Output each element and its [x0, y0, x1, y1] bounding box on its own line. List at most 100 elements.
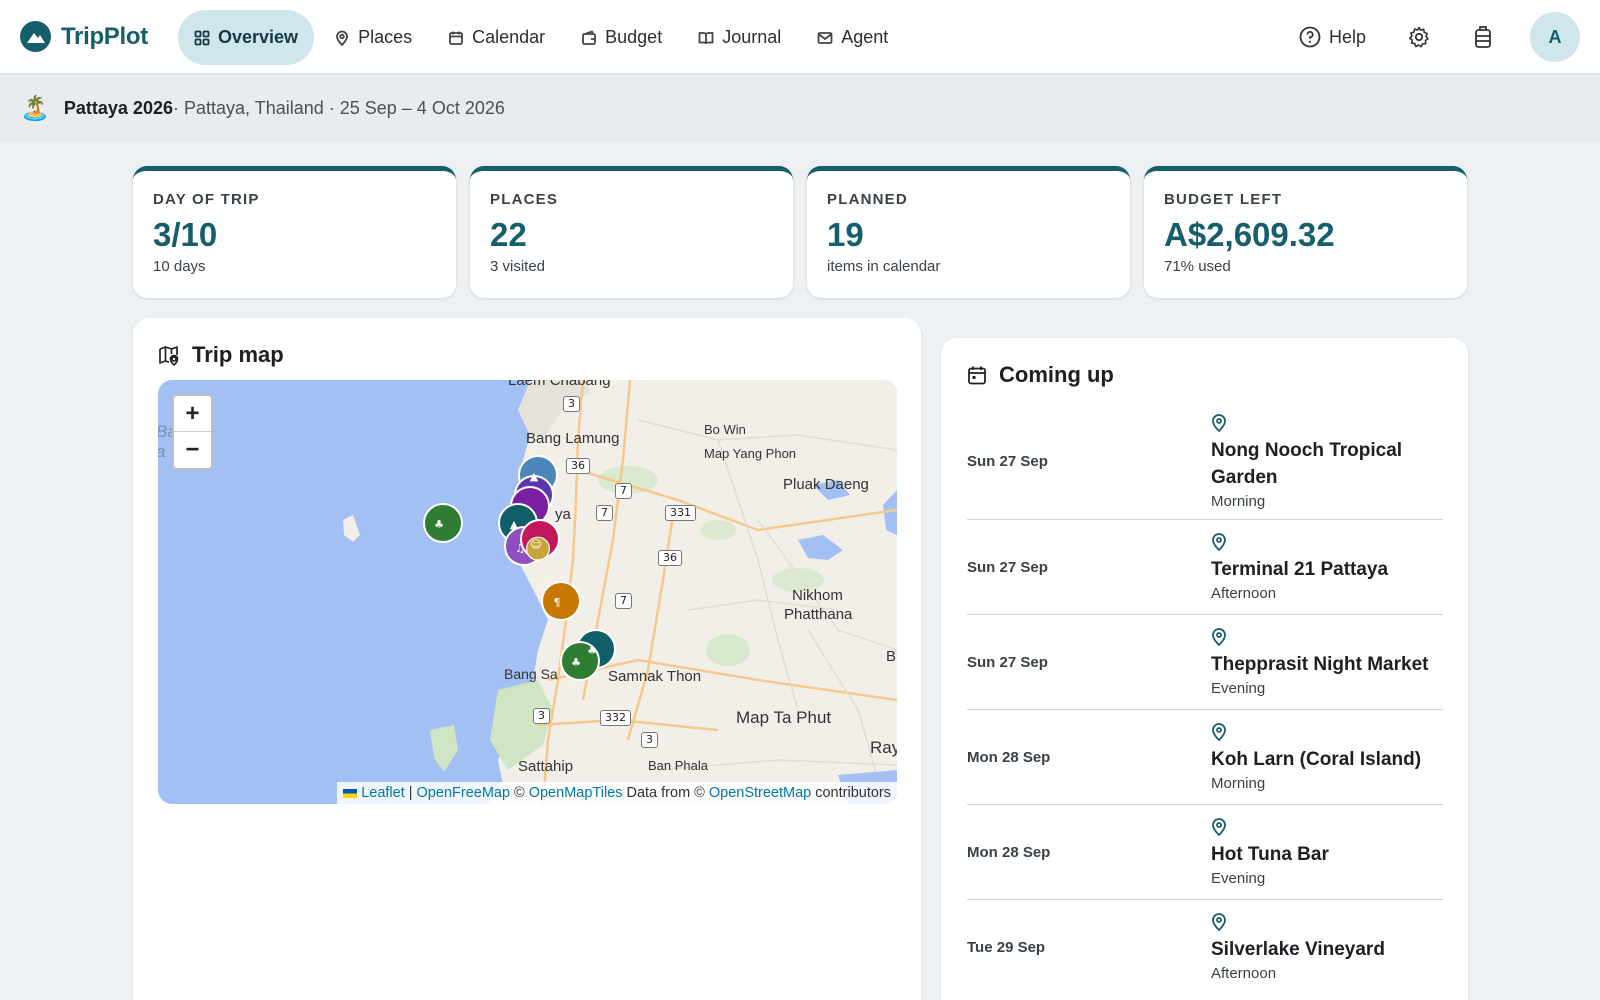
road-shield: 331	[665, 505, 696, 521]
coming-up-card: Coming up Sun 27 Sep Nong Nooch Tropical…	[941, 338, 1468, 1000]
map-label: B	[886, 648, 897, 665]
map-label: Bang Lamung	[526, 430, 620, 447]
nav-journal-label: Journal	[722, 27, 782, 47]
map-view[interactable]: Laem Chabang Bang Lamung Bo Win Map Yang…	[158, 380, 897, 804]
nav-journal[interactable]: Journal	[682, 10, 797, 65]
map-label: ya	[555, 506, 571, 523]
stat-value: 3/10	[153, 216, 218, 253]
map-label: Pluak Daeng	[783, 476, 869, 493]
road-shield: 332	[600, 710, 631, 726]
ukraine-flag-icon	[343, 788, 358, 798]
stat-label: PLANNED	[827, 191, 908, 208]
pin-icon	[1212, 913, 1226, 932]
openfreemap-link[interactable]: OpenFreeMap	[417, 785, 511, 801]
nav-calendar[interactable]: Calendar	[432, 10, 561, 65]
openmaptiles-link[interactable]: OpenMapTiles	[529, 785, 623, 801]
map-label: Samnak Thon	[608, 668, 702, 685]
item-name: Koh Larn (Coral Island)	[1211, 748, 1422, 770]
item-date: Mon 28 Sep	[967, 843, 1051, 861]
stat-label: BUDGET LEFT	[1164, 191, 1283, 208]
help-button[interactable]: Help	[1287, 12, 1378, 62]
list-item[interactable]: Mon 28 Sep Hot Tuna Bar Evening	[967, 805, 1443, 900]
stat-sub: 3 visited	[490, 258, 546, 275]
item-date: Sun 27 Sep	[967, 558, 1048, 576]
list-item[interactable]: Sun 27 Sep Nong Nooch Tropical Garden Mo…	[967, 404, 1443, 520]
map-label: Bang Sa	[504, 666, 558, 682]
help-icon	[1299, 26, 1321, 48]
pin-icon	[1212, 817, 1226, 836]
leaflet-link[interactable]: Leaflet	[361, 785, 405, 801]
stat-card-day: DAY OF TRIP 3/10 10 days	[133, 166, 456, 298]
coming-up-title-text: Coming up	[999, 362, 1114, 387]
map-label: Map Ta Phut	[736, 708, 832, 727]
item-date: Mon 28 Sep	[967, 748, 1051, 766]
map-label: Sattahip	[518, 758, 574, 775]
item-name: Thepprasit Night Market	[1211, 653, 1429, 675]
wallet-icon	[582, 29, 597, 45]
stat-value: 22	[490, 216, 527, 253]
trip-map-card: Trip map Laem Chabang Bang Lamung Bo Win…	[133, 318, 921, 1000]
pin-icon	[1212, 722, 1226, 741]
road-shield: 3	[533, 708, 550, 724]
list-item[interactable]: Tue 29 Sep Silverlake Vineyard Afternoon	[967, 900, 1443, 995]
nav-agent-label: Agent	[841, 27, 889, 47]
luggage-icon	[1475, 26, 1491, 48]
avatar[interactable]: A	[1530, 12, 1580, 62]
coming-up-list: Sun 27 Sep Nong Nooch Tropical Garden Mo…	[967, 404, 1443, 995]
zoom-out-button[interactable]: −	[174, 432, 211, 468]
stat-card-planned: PLANNED 19 items in calendar	[807, 166, 1130, 298]
road-shield: 36	[658, 550, 682, 566]
map-label: Ray	[870, 738, 897, 757]
list-item[interactable]: Sun 27 Sep Terminal 21 Pattaya Afternoon	[967, 520, 1443, 615]
settings-button[interactable]	[1396, 12, 1442, 62]
road-shield: 7	[615, 593, 632, 609]
item-time: Evening	[1211, 869, 1266, 887]
road-shield: 7	[596, 505, 613, 521]
coming-up-title: Coming up	[967, 362, 1114, 388]
stat-sub: items in calendar	[827, 258, 941, 275]
map-attribution: Leaflet | OpenFreeMap © OpenMapTiles Dat…	[337, 782, 897, 804]
trip-header: 🏝️ Pattaya 2026 · Pattaya, Thailand · 25…	[0, 74, 1600, 142]
map-label: Ban Phala	[648, 758, 708, 773]
main-nav: Overview Places Calendar Budget Journal …	[178, 10, 904, 65]
luggage-button[interactable]	[1460, 12, 1506, 62]
map-label: Map Yang Phon	[704, 446, 797, 461]
copyright: ©	[514, 785, 525, 801]
osm-link[interactable]: OpenStreetMap	[709, 785, 811, 801]
list-item[interactable]: Mon 28 Sep Koh Larn (Coral Island) Morni…	[967, 710, 1443, 805]
item-name: Hot Tuna Bar	[1211, 843, 1329, 865]
brand[interactable]: TripPlot	[20, 21, 148, 52]
logo-icon	[20, 21, 51, 52]
nav-places[interactable]: Places	[318, 10, 428, 65]
stats-row: DAY OF TRIP 3/10 10 days PLACES 22 3 vis…	[133, 166, 1467, 298]
trip-name: Pattaya 2026	[63, 97, 173, 118]
item-name: Terminal 21 Pattaya	[1211, 558, 1389, 580]
item-time: Evening	[1211, 679, 1266, 697]
nav-overview[interactable]: Overview	[178, 10, 315, 65]
trip-map-title-text: Trip map	[192, 342, 284, 367]
map-label: Laem Chabang	[508, 380, 611, 389]
nav-calendar-label: Calendar	[472, 27, 546, 47]
nav-budget[interactable]: Budget	[565, 10, 678, 65]
map-icon	[159, 346, 179, 366]
calendar-icon	[968, 366, 986, 385]
road-shield: 7	[615, 483, 632, 499]
stat-card-places: PLACES 22 3 visited	[470, 166, 793, 298]
item-time: Morning	[1211, 492, 1266, 510]
stat-card-budget: BUDGET LEFT A$2,609.32 71% used	[1144, 166, 1467, 298]
pin-icon	[1212, 532, 1226, 551]
island-icon: 🏝️	[20, 94, 50, 122]
mail-icon	[817, 31, 833, 44]
map-label: Nikhom	[792, 587, 843, 604]
trip-map-title: Trip map	[158, 342, 284, 368]
list-item[interactable]: Sun 27 Sep Thepprasit Night Market Eveni…	[967, 615, 1443, 710]
grid-icon	[194, 30, 210, 45]
map-label: Bo Win	[704, 422, 746, 437]
pin-icon	[1212, 413, 1226, 432]
nav-agent[interactable]: Agent	[801, 10, 904, 65]
top-bar: TripPlot Overview Places Calendar Budget…	[0, 0, 1600, 74]
item-name: Silverlake Vineyard	[1211, 939, 1385, 960]
pin-icon	[1212, 627, 1226, 646]
stat-label: DAY OF TRIP	[153, 191, 260, 208]
zoom-in-button[interactable]: +	[174, 396, 211, 432]
